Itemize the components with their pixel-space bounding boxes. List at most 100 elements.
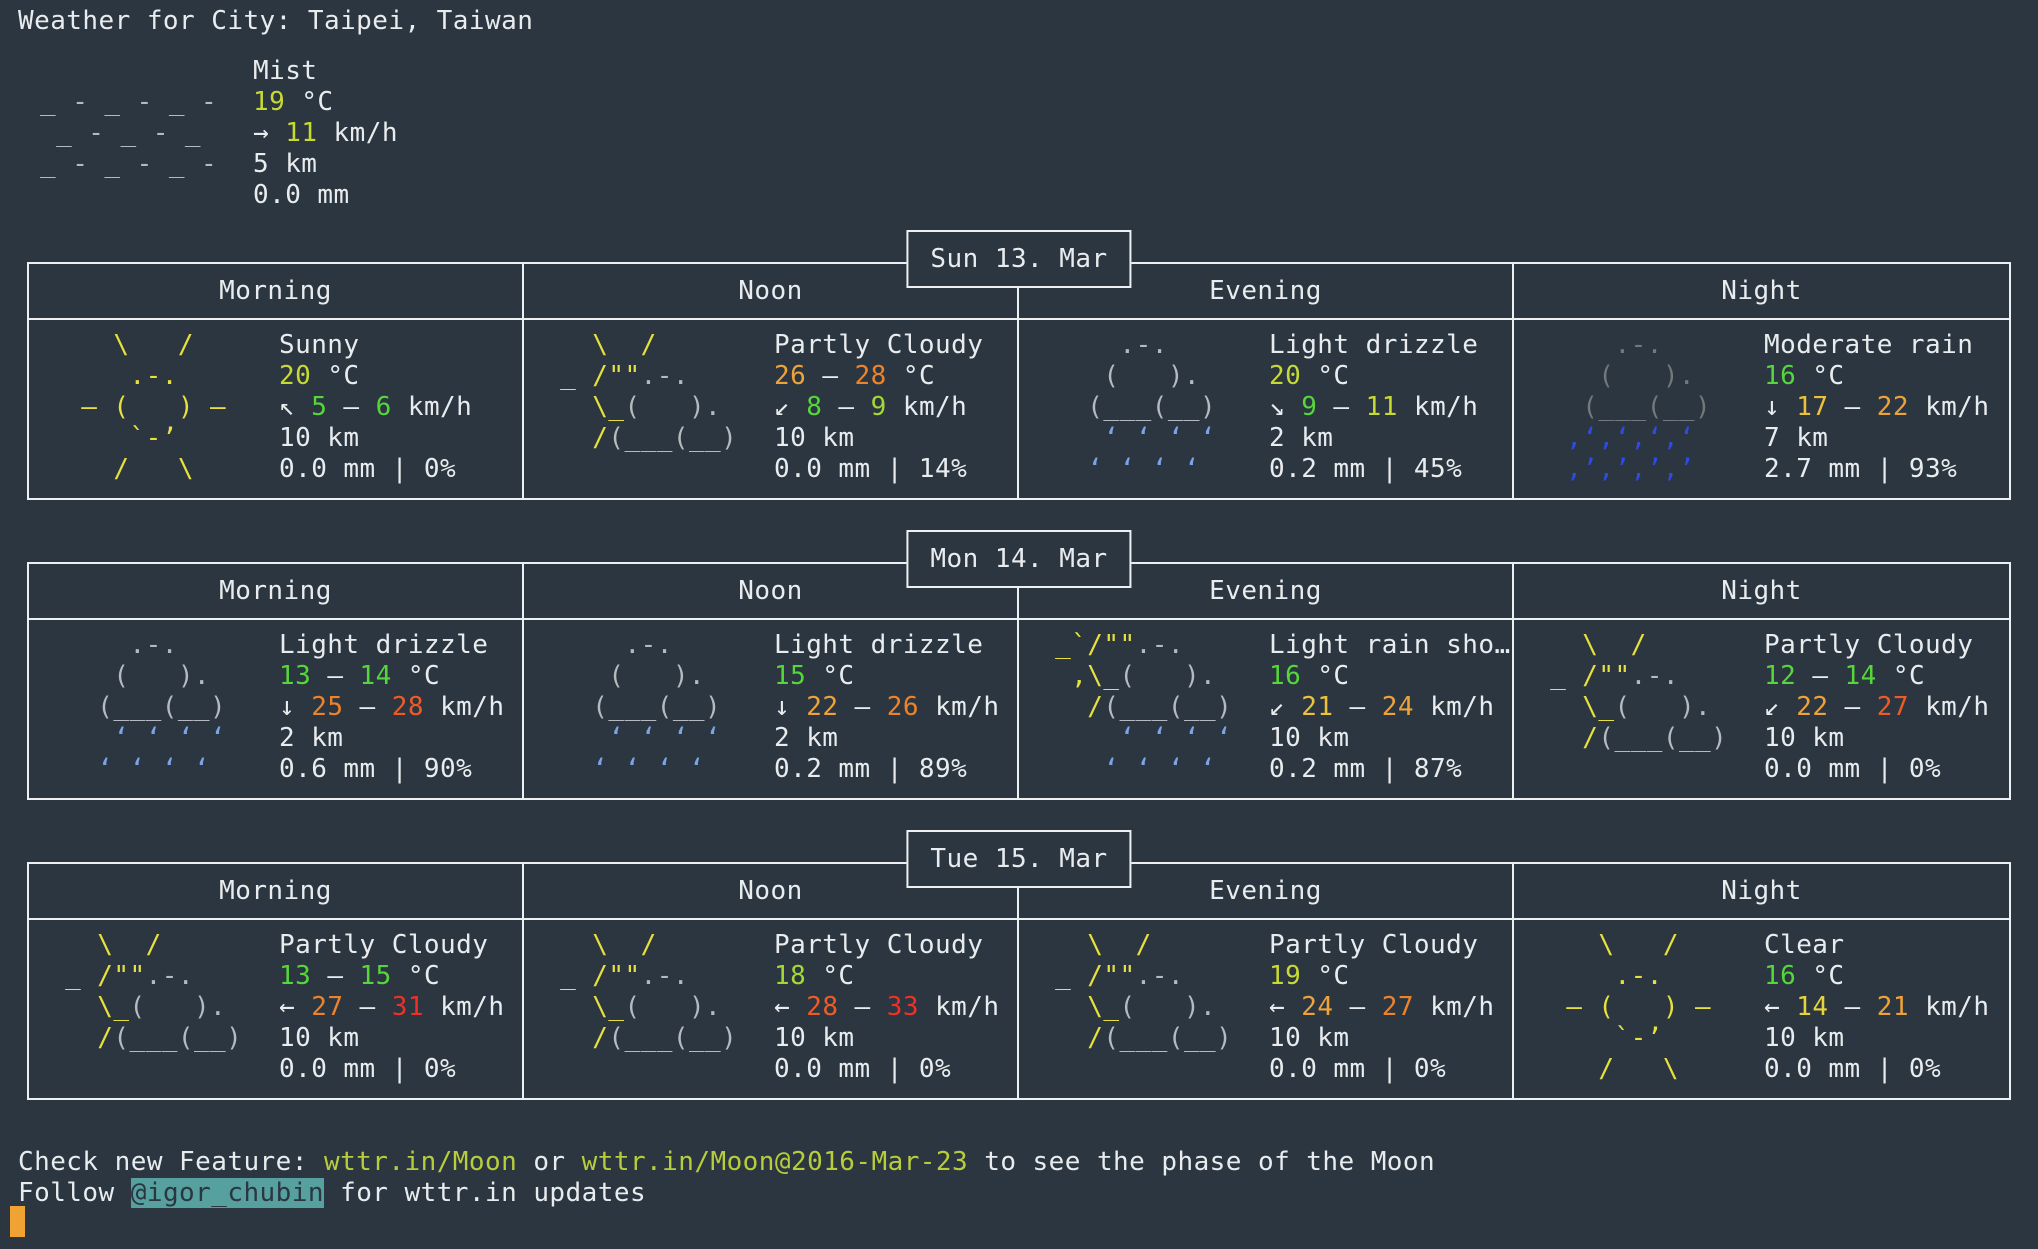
forecast-cell-evening: .-. ( ). (___(__) ‘ ‘ ‘ ‘ ‘ ‘ ‘ ‘ Light d…	[1019, 320, 1514, 498]
igor-chubin-handle[interactable]: @igor_chubin	[130, 1178, 324, 1208]
text-segment: `-’	[49, 423, 259, 453]
text-segment: /	[1039, 692, 1104, 722]
forecast-details: Clear 16 °C ← 14 – 21 km/h 10 km 0.0 mm …	[1764, 930, 1990, 1085]
text-segment: Light drizzle	[774, 630, 984, 660]
forecast-cell-morning: \ / _ /"".-. \_( ). /(___(__) Partly Clo…	[29, 920, 524, 1098]
text-segment: ― ( ) ―	[1534, 992, 1744, 1022]
text-segment: km/h	[317, 118, 398, 148]
text-segment: ‘ ‘ ‘ ‘	[49, 754, 211, 784]
partly-cloudy-icon: \ / _ /"".-. \_( ). /(___(__)	[544, 330, 737, 485]
forecast-details: Partly Cloudy 26 – 28 °C ↙ 8 – 9 km/h 10…	[774, 330, 983, 485]
light-drizzle-icon: .-. ( ). (___(__) ‘ ‘ ‘ ‘ ‘ ‘ ‘ ‘	[544, 630, 721, 785]
text-segment: _ /""	[1039, 961, 1136, 991]
column-header-morning: Morning	[29, 264, 524, 320]
terminal-cursor	[10, 1206, 25, 1237]
text-segment: 31	[391, 992, 424, 1022]
forecast-details: Partly Cloudy 19 °C ← 24 – 27 km/h 10 km…	[1269, 930, 1495, 1085]
forecast-details: Moderate rain 16 °C ↓ 17 – 22 km/h 7 km …	[1764, 330, 1990, 485]
text-segment: _ /""	[49, 961, 146, 991]
text-segment: ― ( ) ―	[49, 392, 259, 422]
column-header-night: Night	[1514, 564, 2009, 620]
text-segment: /	[1534, 723, 1599, 753]
sunny-icon: \ / .-. ― ( ) ― `-’ / \	[1534, 930, 1743, 1085]
text-segment: \ /	[544, 330, 657, 360]
light-drizzle-icon: .-. ( ). (___(__) ‘ ‘ ‘ ‘ ‘ ‘ ‘ ‘	[49, 630, 226, 785]
column-header-night: Night	[1514, 864, 2009, 920]
text-segment: ( ).	[1039, 361, 1201, 391]
text-segment: °C	[806, 961, 855, 991]
text-segment: (___(__)	[49, 692, 227, 722]
text-segment: /	[544, 423, 609, 453]
text-segment: 9	[1301, 392, 1318, 422]
forecast-details: Partly Cloudy 18 °C ← 28 – 33 km/h 10 km…	[774, 930, 1000, 1085]
forecast-details: Sunny 20 °C ↖ 5 – 6 km/h 10 km 0.0 mm | …	[279, 330, 472, 485]
text-segment: 28	[854, 361, 887, 391]
forecast-day-2: Mon 14. Mar Morning Noon Evening Night .-. (…	[27, 530, 2011, 800]
text-segment: \ /	[49, 330, 259, 360]
text-segment: 13	[279, 961, 312, 991]
text-segment: \_	[1039, 992, 1120, 1022]
text-segment: ‘ ‘ ‘ ‘	[49, 723, 227, 753]
text-segment: °C	[1301, 661, 1350, 691]
light-rain-shower-icon: _`/"".-. ,\_( ). /(___(__) ‘ ‘ ‘ ‘ ‘ ‘ ‘…	[1039, 630, 1232, 785]
text-segment: 22	[1796, 692, 1829, 722]
text-segment: 15	[359, 961, 392, 991]
moon-link[interactable]: wttr.in/Moon	[324, 1147, 517, 1177]
text-segment: ‚‘‚‘‚‘‚‘	[1534, 423, 1696, 453]
column-header-morning: Morning	[29, 564, 524, 620]
text-segment: –	[1828, 392, 1877, 422]
text-segment: km/h	[918, 692, 1000, 722]
text-segment: `-’	[1534, 1023, 1744, 1053]
text-segment: 11	[1365, 392, 1398, 422]
text-segment: _ - _ - _ -	[40, 87, 234, 117]
forecast-cell-noon: \ / _ /"".-. \_( ). /(___(__) Partly Clo…	[524, 320, 1019, 498]
text-segment: km/h	[423, 692, 505, 722]
text-segment: ←	[1269, 992, 1302, 1022]
moon-date-link[interactable]: wttr.in/Moon@2016-Mar-23	[582, 1147, 968, 1177]
text-segment: (___(__)	[113, 1023, 243, 1053]
text-segment	[49, 1054, 65, 1084]
text-segment	[1534, 754, 1550, 784]
text-segment: ‘ ‘ ‘ ‘	[544, 723, 722, 753]
forecast-day-3: Tue 15. Mar Morning Noon Evening Night \ / _…	[27, 830, 2011, 1100]
text-segment: 0.0 mm | 0%	[1269, 1054, 1447, 1084]
current-weather-details: Mist 19 °C → 11 km/h 5 km 0.0 mm	[253, 56, 398, 211]
text-segment: –	[838, 692, 887, 722]
text-segment: 10 km	[1269, 723, 1350, 753]
text-segment: ↙	[1764, 692, 1797, 722]
text-segment: 27	[311, 992, 344, 1022]
forecast-cell-evening: _`/"".-. ,\_( ). /(___(__) ‘ ‘ ‘ ‘ ‘ ‘ ‘…	[1019, 620, 1514, 798]
text-segment: 20	[279, 361, 312, 391]
text-segment: 16	[1764, 961, 1797, 991]
text-segment: 27	[1381, 992, 1414, 1022]
text-segment: °C	[391, 961, 441, 991]
text-segment: 2 km	[1269, 423, 1334, 453]
forecast-cell-evening: \ / _ /"".-. \_( ). /(___(__) Partly Clo…	[1019, 920, 1514, 1098]
text-segment: °C	[311, 361, 360, 391]
wttr-terminal: Weather for City: Taipei, Taiwan _ - _ -…	[0, 0, 2038, 1249]
text-segment: ↓	[774, 692, 807, 722]
text-segment: Clear	[1764, 930, 1845, 960]
date-label: Tue 15. Mar	[906, 830, 1132, 888]
text-segment: ( ).	[624, 992, 722, 1022]
text-segment: ↓	[1764, 392, 1797, 422]
text-segment: ( ).	[1534, 361, 1696, 391]
text-segment: –	[1828, 692, 1877, 722]
forecast-details: Light drizzle 13 – 14 °C ↓ 25 – 28 km/h …	[279, 630, 505, 785]
text-segment: –	[1333, 692, 1382, 722]
text-segment: 0.0 mm | 14%	[774, 454, 968, 484]
text-segment: .-.	[544, 630, 673, 660]
text-segment: 19	[253, 87, 286, 117]
text-segment: (___(__)	[608, 1023, 738, 1053]
text-segment: °C	[391, 661, 441, 691]
text-segment: 7 km	[1764, 423, 1829, 453]
text-segment: ( ).	[1614, 692, 1712, 722]
text-segment: \ /	[49, 930, 162, 960]
forecast-details: Partly Cloudy 13 – 15 °C ← 27 – 31 km/h …	[279, 930, 505, 1085]
text-segment: ( ).	[544, 661, 706, 691]
text-segment: ↖	[279, 392, 312, 422]
text-segment: –	[327, 392, 376, 422]
text-segment: 10 km	[279, 1023, 360, 1053]
text-segment: .-.	[49, 630, 178, 660]
text-segment: ‘ ‘ ‘ ‘	[1039, 723, 1233, 753]
